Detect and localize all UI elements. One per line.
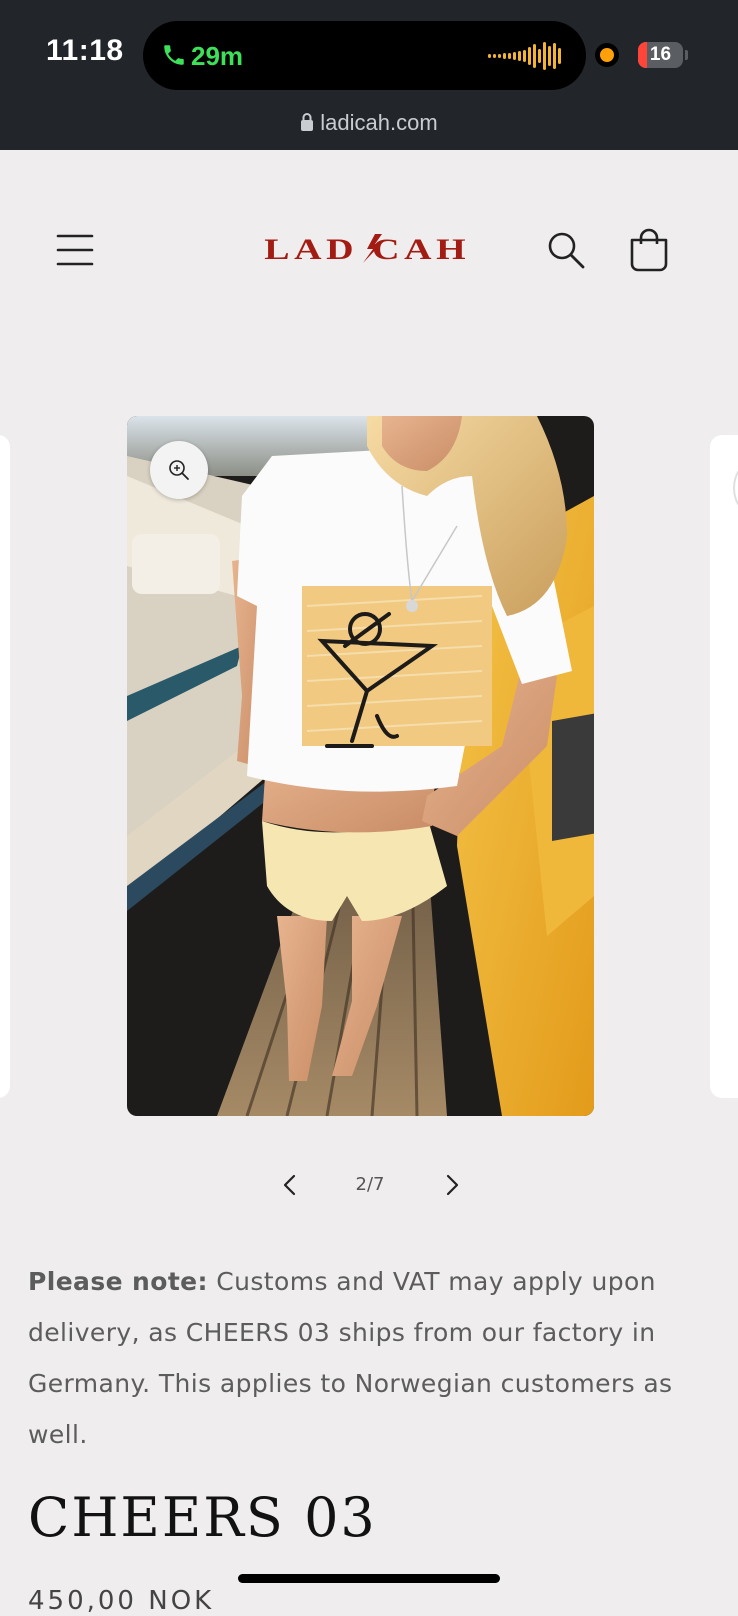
product-photo[interactable] xyxy=(127,416,594,1116)
battery-level: 16 xyxy=(649,44,672,65)
battery-icon: 16 xyxy=(638,42,683,68)
home-indicator[interactable] xyxy=(238,1574,500,1583)
chevron-right-icon[interactable] xyxy=(442,1172,462,1198)
hamburger-icon[interactable] xyxy=(56,232,94,268)
gallery-next-slide-peek[interactable] xyxy=(710,435,738,1098)
product-title: CHEERS 03 xyxy=(28,1486,377,1549)
site-logo[interactable]: LAD CAH xyxy=(235,230,500,266)
audio-waveform-icon xyxy=(488,42,561,70)
product-price: 450,00 NOK xyxy=(28,1586,215,1616)
lock-icon xyxy=(301,113,314,131)
call-duration: 29m xyxy=(191,41,244,71)
phone-icon xyxy=(164,45,184,65)
address-bar[interactable]: ladicah.com xyxy=(0,110,738,136)
battery-cap xyxy=(685,50,688,60)
svg-text:LAD CAH: LAD CAH xyxy=(264,234,470,266)
mic-indicator-dot xyxy=(600,48,614,62)
note-label: Please note: xyxy=(28,1267,208,1296)
status-time: 11:18 xyxy=(46,34,124,67)
customs-note: Please note: Customs and VAT may apply u… xyxy=(28,1256,718,1460)
zoom-button[interactable] xyxy=(150,441,208,499)
dynamic-island-call[interactable]: 29m xyxy=(143,21,586,90)
status-bar: 11:18 29m 16 ladicah.com xyxy=(0,0,738,150)
zoom-in-icon xyxy=(169,460,189,480)
slide-counter: 2/7 xyxy=(355,1174,385,1195)
gallery-pagination: 2/7 xyxy=(270,1168,470,1202)
chevron-left-icon[interactable] xyxy=(280,1172,300,1198)
search-icon[interactable] xyxy=(546,230,586,270)
gallery-prev-slide-peek[interactable] xyxy=(0,435,10,1098)
cart-icon[interactable] xyxy=(628,228,670,272)
url-text: ladicah.com xyxy=(320,110,438,135)
